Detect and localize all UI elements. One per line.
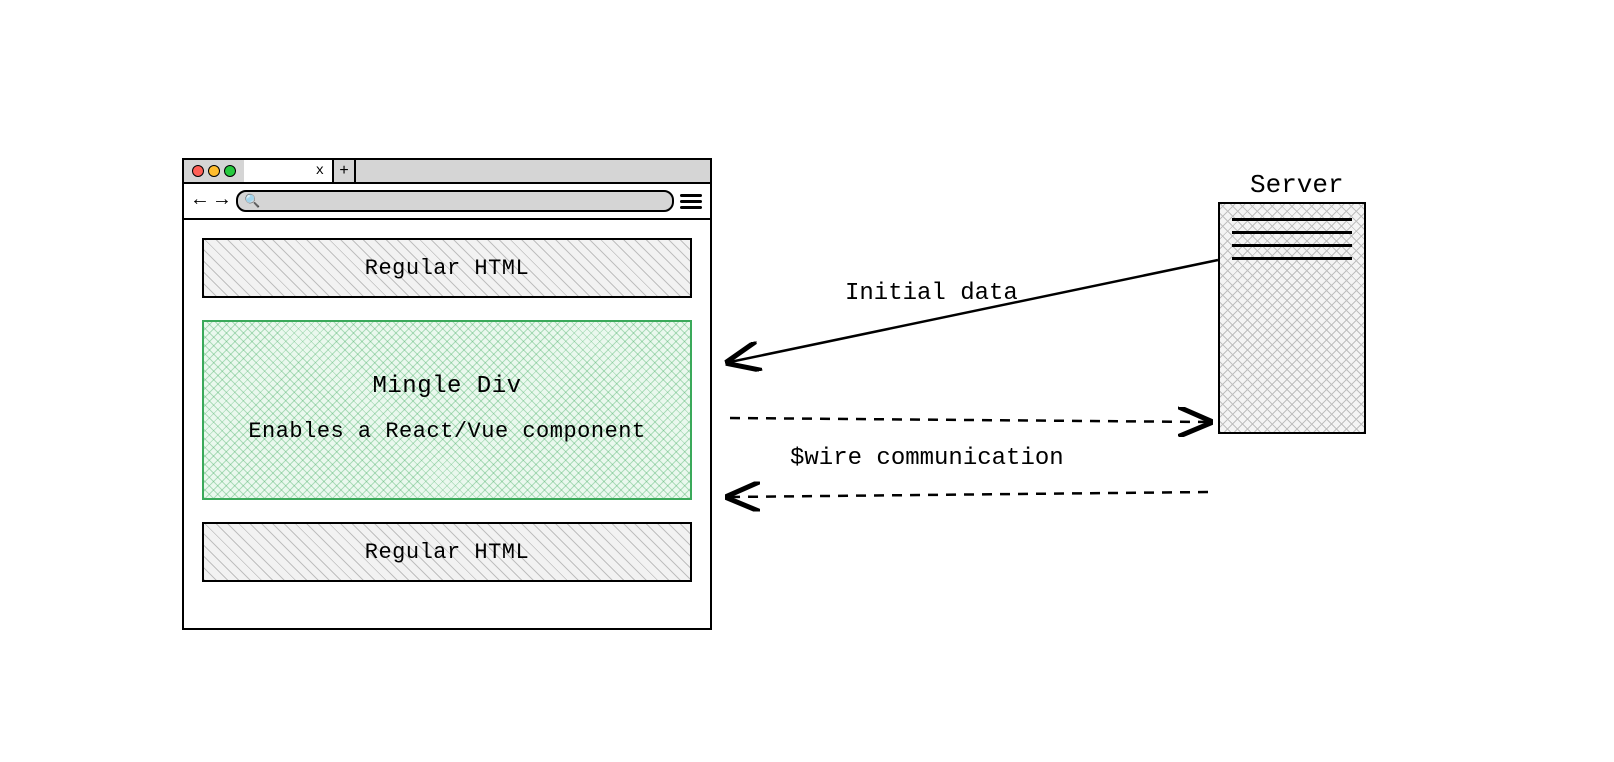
diagram-canvas: x + ← → 🔍 Regular HTML Mingle Div Enable… bbox=[0, 0, 1614, 762]
regular-html-block-top: Regular HTML bbox=[202, 238, 692, 298]
server-label: Server bbox=[1250, 170, 1344, 200]
mingle-description: Enables a React/Vue component bbox=[214, 418, 680, 447]
server-line-icon bbox=[1232, 244, 1352, 247]
forward-icon: → bbox=[214, 191, 230, 211]
browser-toolbar: ← → 🔍 bbox=[184, 184, 710, 220]
plus-icon: + bbox=[339, 162, 349, 180]
close-window-icon bbox=[192, 165, 204, 177]
url-bar: 🔍 bbox=[236, 190, 674, 212]
minimize-window-icon bbox=[208, 165, 220, 177]
browser-tab: x bbox=[244, 160, 334, 182]
back-icon: ← bbox=[192, 191, 208, 211]
server-line-icon bbox=[1232, 231, 1352, 234]
new-tab-button: + bbox=[334, 160, 356, 182]
server-box bbox=[1218, 202, 1366, 434]
mingle-div-block: Mingle Div Enables a React/Vue component bbox=[202, 320, 692, 500]
regular-html-label: Regular HTML bbox=[365, 540, 529, 565]
close-tab-icon: x bbox=[316, 163, 324, 179]
traffic-lights bbox=[184, 165, 244, 177]
browser-window: x + ← → 🔍 Regular HTML Mingle Div Enable… bbox=[182, 158, 712, 630]
regular-html-block-bottom: Regular HTML bbox=[202, 522, 692, 582]
mingle-title: Mingle Div bbox=[214, 373, 680, 400]
server-line-icon bbox=[1232, 218, 1352, 221]
browser-viewport: Regular HTML Mingle Div Enables a React/… bbox=[184, 220, 710, 600]
hamburger-icon bbox=[680, 194, 702, 209]
arrow-wire-to-browser bbox=[730, 492, 1208, 497]
search-icon: 🔍 bbox=[244, 194, 260, 209]
arrow-wire-to-server bbox=[730, 418, 1208, 422]
initial-data-label: Initial data bbox=[845, 280, 1018, 307]
server-line-icon bbox=[1232, 257, 1352, 260]
regular-html-label: Regular HTML bbox=[365, 256, 529, 281]
wire-communication-label: $wire communication bbox=[790, 445, 1064, 472]
arrow-initial-data bbox=[730, 260, 1218, 362]
browser-tabbar: x + bbox=[184, 160, 710, 184]
maximize-window-icon bbox=[224, 165, 236, 177]
